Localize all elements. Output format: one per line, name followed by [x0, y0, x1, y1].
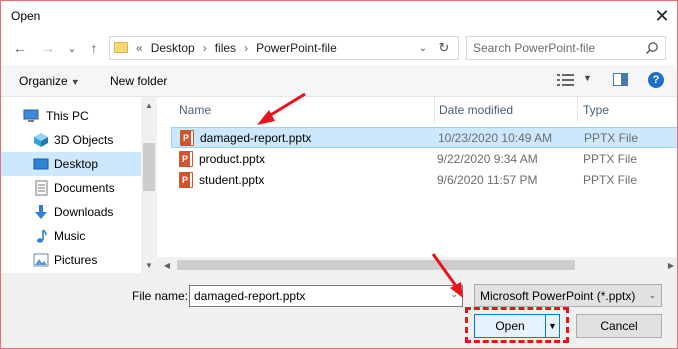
sidebar-item-label: 3D Objects [54, 133, 114, 147]
sidebar-item-3d-objects[interactable]: 3D Objects [1, 128, 141, 152]
caret-down-icon: ▼ [70, 77, 80, 87]
file-type: PPTX File [583, 152, 638, 166]
command-bar: Organize ▼ New folder ▼ ? [1, 65, 677, 97]
file-name-dropdown-icon[interactable]: ⌄ [450, 289, 458, 300]
open-dialog: Open ✕ ← → ⌄ ↑ « Desktop › files › Power… [0, 0, 678, 349]
pictures-icon [33, 253, 49, 267]
breadcrumb-overflow[interactable]: « [136, 41, 143, 55]
sidebar-item-downloads[interactable]: Downloads [1, 200, 141, 224]
file-row[interactable]: product.pptx 9/22/2020 9:34 AM PPTX File [171, 149, 677, 170]
preview-pane-icon[interactable] [613, 73, 628, 86]
breadcrumb-files[interactable]: files [215, 41, 236, 55]
column-header-date-modified[interactable]: Date modified [439, 97, 513, 123]
sidebar-item-this-pc[interactable]: This PC [1, 104, 141, 128]
3d-objects-icon [34, 133, 48, 147]
title-bar: Open ✕ [1, 1, 677, 31]
column-divider[interactable] [434, 97, 435, 123]
desktop-icon [33, 158, 49, 170]
address-bar[interactable]: « Desktop › files › PowerPoint-file ⌄ ↻ [109, 36, 459, 60]
close-icon[interactable]: ✕ [647, 1, 677, 31]
chevron-down-icon: ⌄ [648, 290, 656, 300]
organize-button[interactable]: Organize ▼ [19, 74, 80, 88]
file-name-field[interactable]: ⌄ [189, 285, 463, 307]
column-divider[interactable] [577, 97, 578, 123]
view-options-caret-icon[interactable]: ▼ [583, 73, 592, 83]
address-dropdown-icon[interactable]: ⌄ [416, 40, 430, 56]
breadcrumb-separator-icon[interactable]: › [203, 41, 207, 55]
downloads-icon [35, 205, 47, 219]
sidebar-item-music[interactable]: Music [1, 224, 141, 248]
sidebar-item-label: Music [54, 229, 86, 243]
search-input[interactable] [473, 40, 643, 56]
cancel-button[interactable]: Cancel [576, 314, 662, 338]
dialog-title: Open [11, 9, 41, 23]
file-row[interactable]: student.pptx 9/6/2020 11:57 PM PPTX File [171, 170, 677, 191]
sidebar-item-label: Documents [54, 181, 115, 195]
sidebar-item-label: Downloads [54, 205, 114, 219]
search-box[interactable] [466, 36, 666, 60]
file-name: damaged-report.pptx [200, 131, 312, 145]
breadcrumb-powerpoint-file[interactable]: PowerPoint-file [256, 41, 337, 55]
refresh-icon[interactable]: ↻ [434, 39, 454, 57]
file-name-input[interactable] [194, 288, 434, 304]
forward-arrow-icon[interactable]: → [37, 37, 59, 59]
file-list: Name Date modified Type damaged-report.p… [157, 97, 677, 273]
file-date: 10/23/2020 10:49 AM [438, 131, 553, 145]
documents-icon [35, 180, 48, 196]
column-header-name[interactable]: Name [179, 97, 211, 123]
file-name: product.pptx [199, 152, 266, 166]
annotation-highlight-box [465, 307, 569, 343]
pptx-file-icon [179, 151, 193, 167]
file-type-value: Microsoft PowerPoint (*.pptx) [480, 289, 636, 303]
new-folder-button[interactable]: New folder [110, 74, 167, 88]
sidebar-item-pictures[interactable]: Pictures [1, 248, 141, 272]
organize-label: Organize [19, 74, 68, 88]
column-header-type[interactable]: Type [583, 97, 609, 123]
scrollbar-thumb[interactable] [177, 260, 575, 270]
recent-locations-chevron-icon[interactable]: ⌄ [61, 37, 83, 59]
file-row[interactable]: damaged-report.pptx 10/23/2020 10:49 AM … [171, 127, 677, 148]
scrollbar-thumb[interactable] [143, 143, 155, 191]
scroll-right-icon[interactable]: ▶ [663, 257, 677, 273]
help-icon[interactable]: ? [648, 72, 664, 88]
pc-icon [23, 109, 39, 122]
up-arrow-icon[interactable]: ↑ [83, 37, 105, 59]
sidebar-item-desktop[interactable]: Desktop [1, 152, 141, 176]
music-icon [37, 229, 47, 243]
breadcrumb-separator-icon[interactable]: › [244, 41, 248, 55]
breadcrumb-desktop[interactable]: Desktop [151, 41, 195, 55]
file-name: student.pptx [199, 173, 265, 187]
folder-icon [114, 42, 128, 53]
pptx-file-icon [180, 130, 194, 146]
file-name-label: File name: [132, 289, 189, 303]
scroll-left-icon[interactable]: ◀ [159, 257, 175, 273]
breadcrumb: « Desktop › files › PowerPoint-file [136, 41, 345, 55]
file-type: PPTX File [584, 131, 639, 145]
file-list-horizontal-scrollbar[interactable]: ◀ ▶ [157, 257, 677, 273]
sidebar-item-documents[interactable]: Documents [1, 176, 141, 200]
sidebar-item-label: Pictures [54, 253, 98, 267]
navigation-pane: This PC 3D Objects Desktop Documents Dow… [1, 97, 157, 273]
navigation-scrollbar[interactable]: ▲ ▼ [141, 97, 157, 273]
file-type-select[interactable]: Microsoft PowerPoint (*.pptx) ⌄ [474, 284, 662, 307]
file-date: 9/6/2020 11:57 PM [437, 173, 538, 187]
sidebar-item-label: This PC [46, 109, 89, 123]
file-type: PPTX File [583, 173, 638, 187]
scroll-down-icon[interactable]: ▼ [141, 257, 157, 273]
file-date: 9/22/2020 9:34 AM [437, 152, 538, 166]
pptx-file-icon [179, 172, 193, 188]
view-details-icon[interactable] [557, 73, 575, 87]
scroll-up-icon[interactable]: ▲ [141, 97, 157, 113]
back-arrow-icon[interactable]: ← [9, 37, 31, 59]
sidebar-item-label: Desktop [54, 157, 99, 171]
search-icon[interactable] [645, 41, 659, 55]
navigation-bar: ← → ⌄ ↑ « Desktop › files › PowerPoint-f… [1, 31, 677, 65]
